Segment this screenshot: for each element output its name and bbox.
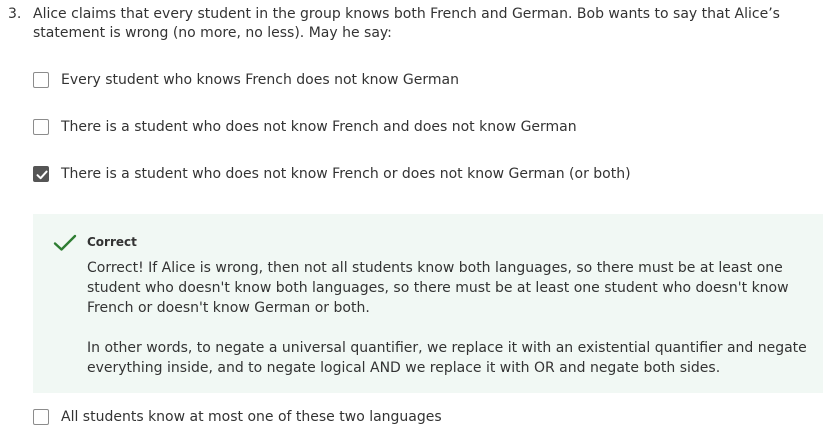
- option-label: Every student who knows French does not …: [61, 72, 459, 88]
- checkbox[interactable]: [33, 119, 49, 135]
- option-2[interactable]: There is a student who does not know Fre…: [33, 119, 577, 135]
- option-label: There is a student who does not know Fre…: [61, 166, 631, 182]
- feedback-title: Correct: [87, 235, 137, 249]
- option-3[interactable]: There is a student who does not know Fre…: [33, 166, 631, 182]
- checkmark-icon: [53, 233, 77, 257]
- feedback-text: Correct! If Alice is wrong, then not all…: [87, 258, 815, 398]
- check-icon: [36, 170, 48, 180]
- option-label: There is a student who does not know Fre…: [61, 119, 577, 135]
- checkbox[interactable]: [33, 72, 49, 88]
- feedback-paragraph: In other words, to negate a universal qu…: [87, 340, 807, 376]
- feedback-panel: Correct Correct! If Alice is wrong, then…: [33, 214, 823, 393]
- question-number: 3.: [8, 6, 22, 22]
- checkbox[interactable]: [33, 409, 49, 425]
- checkbox-checked[interactable]: [33, 166, 49, 182]
- feedback-paragraph: Correct! If Alice is wrong, then not all…: [87, 260, 789, 316]
- option-label: All students know at most one of these t…: [61, 409, 442, 425]
- option-4[interactable]: All students know at most one of these t…: [33, 409, 442, 425]
- question-text: Alice claims that every student in the g…: [33, 6, 780, 41]
- option-1[interactable]: Every student who knows French does not …: [33, 72, 459, 88]
